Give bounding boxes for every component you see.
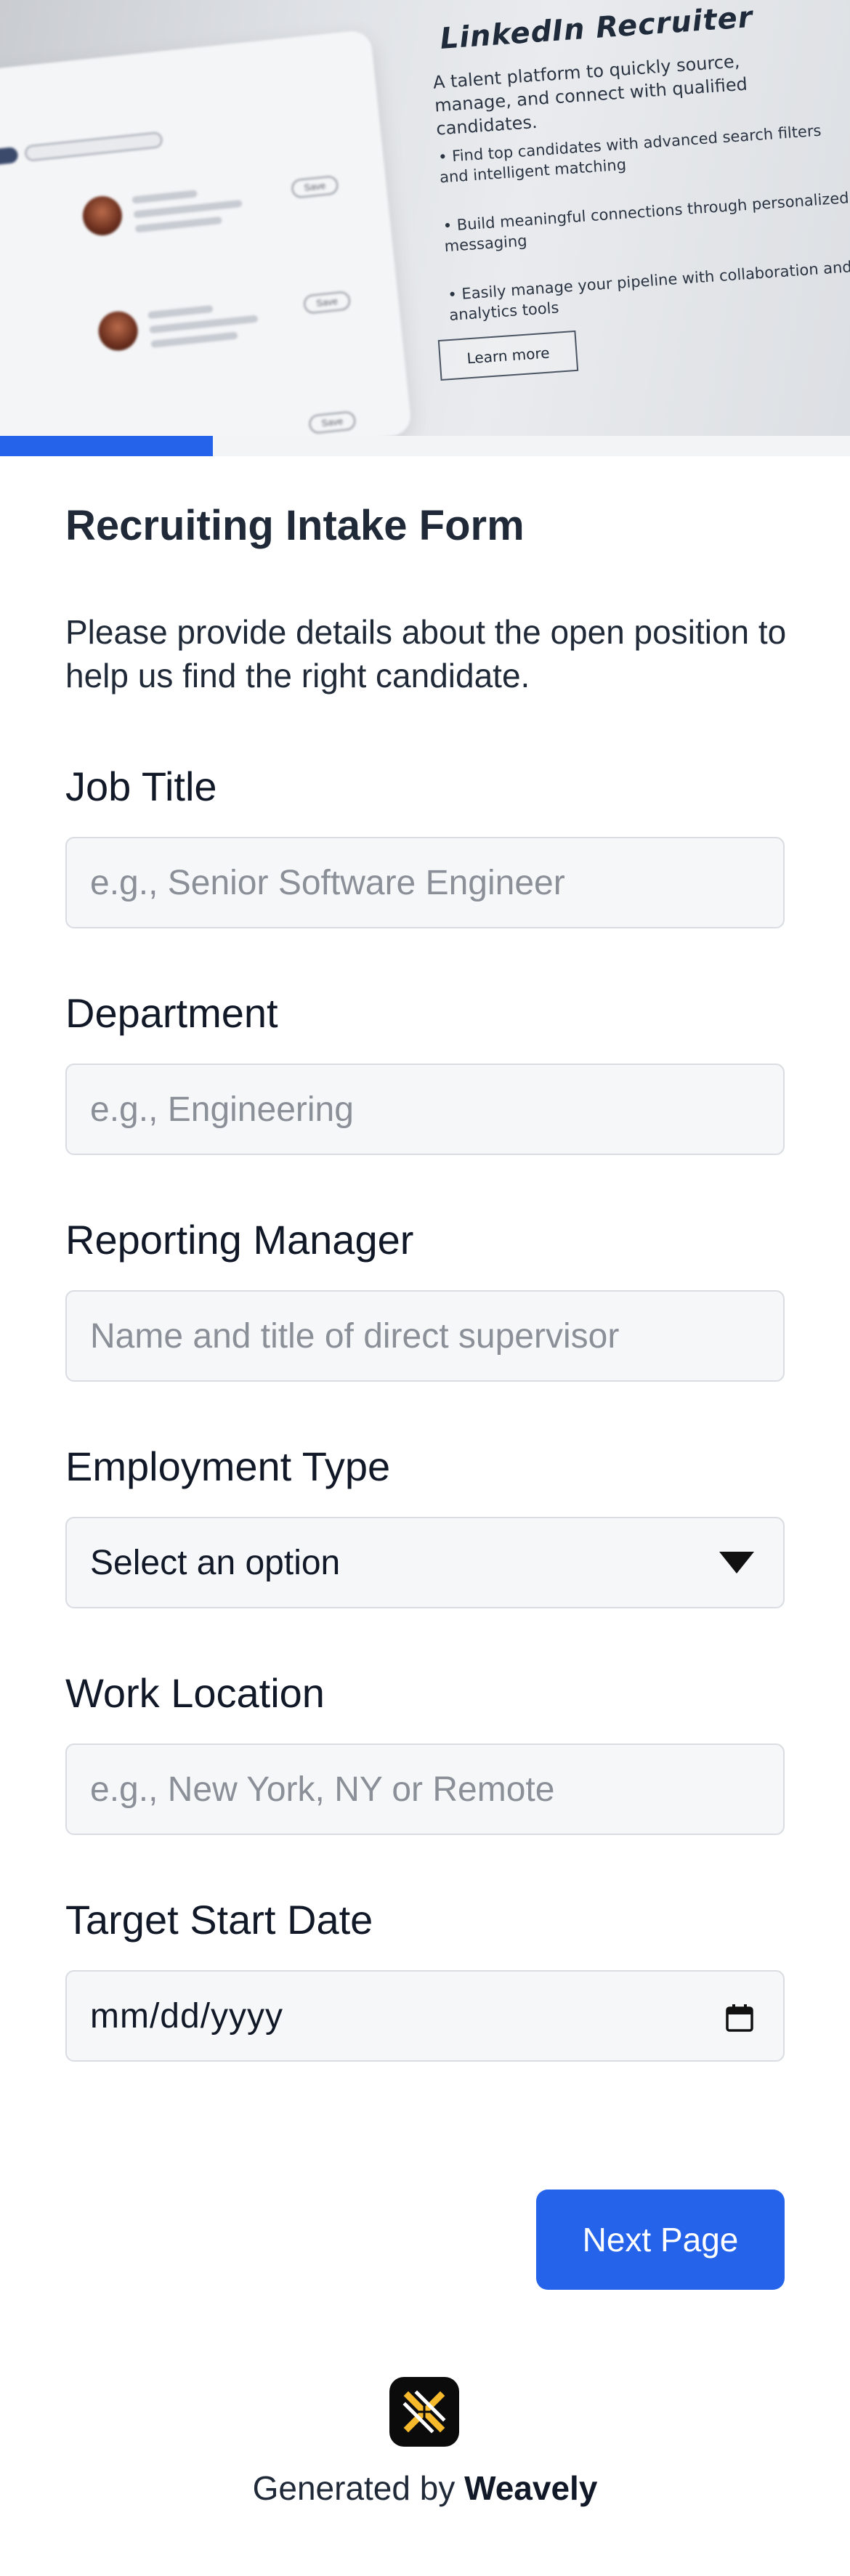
progress-bar [0,436,850,456]
hero-avatar [96,309,140,353]
hero-learn-more-button: Learn more [437,330,579,381]
hero-bullet: • Build meaningful connections through p… [442,189,850,256]
hero-pill [0,146,19,169]
job-title-label: Job Title [65,764,217,809]
hero-avatar [81,194,124,238]
target-start-date-input[interactable]: mm/dd/yyyy [65,1970,785,2062]
hero-copy: LinkedIn Recruiter A talent platform to … [407,0,850,435]
hero-line [149,315,259,334]
job-title-input[interactable] [65,837,785,928]
employment-type-selected-value: Select an option [90,1543,341,1582]
department-label: Department [65,990,278,1036]
hero-save-button: Save [302,291,352,315]
calendar-icon[interactable] [725,2001,754,2032]
hero-save-button: Save [308,410,357,434]
weavely-logo-icon[interactable] [389,2377,459,2447]
target-start-date-label: Target Start Date [65,1897,373,1943]
next-page-button[interactable]: Next Page [536,2190,785,2290]
footer-brand-link[interactable]: Weavely [464,2469,597,2507]
hero-pill [24,131,163,162]
footer-prefix: Generated by [252,2469,465,2507]
hero-line [131,190,198,204]
footer-attribution: Generated by Weavely [0,2468,850,2508]
hero-line [133,199,243,219]
reporting-manager-input[interactable] [65,1290,785,1382]
employment-type-label: Employment Type [65,1443,391,1489]
progress-fill [0,436,213,456]
hero-line [150,331,238,349]
hero-title: LinkedIn Recruiter [439,0,754,56]
form-description: Please provide details about the open po… [65,613,787,694]
work-location-input[interactable] [65,1743,785,1835]
hero-save-button: Save [291,175,339,199]
department-input[interactable] [65,1064,785,1155]
chevron-down-icon [719,1552,754,1573]
work-location-label: Work Location [65,1670,325,1716]
hero-image: Save Save Save LinkedIn Recruiter A tale… [0,0,850,436]
form-title: Recruiting Intake Form [65,502,525,549]
hero-line [134,216,222,233]
hero-line [147,304,214,320]
hero-bullet: • Easily manage your pipeline with colla… [447,258,850,324]
employment-type-select[interactable]: Select an option [65,1517,785,1608]
hero-app-mockup: Save Save Save [0,29,413,436]
date-input-value: mm/dd/yyyy [90,1996,284,2036]
reporting-manager-label: Reporting Manager [65,1217,414,1263]
